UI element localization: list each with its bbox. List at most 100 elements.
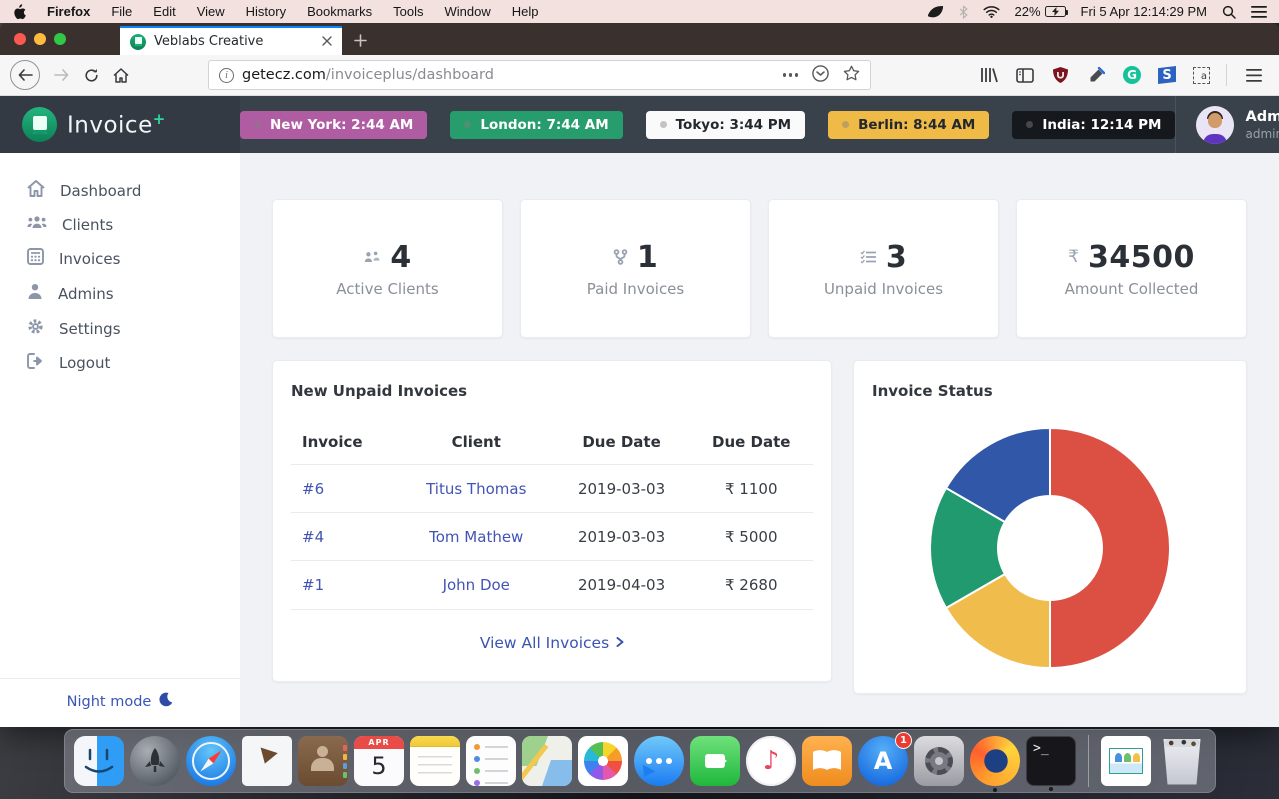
ublock-origin-icon[interactable] <box>1051 66 1070 85</box>
dock-calendar-icon[interactable]: APR 5 <box>354 736 404 786</box>
spotlight-search-icon[interactable] <box>1222 5 1236 19</box>
menu-history[interactable]: History <box>246 4 286 19</box>
bluetooth-icon[interactable] <box>959 5 968 19</box>
back-button[interactable] <box>10 60 40 90</box>
sidebar-item-logout[interactable]: Logout <box>0 346 240 380</box>
unpaid-invoices-table: Invoice Client Due Date Due Date #6 <box>291 422 813 608</box>
dock-terminal-icon[interactable]: >_ <box>1026 736 1076 786</box>
wifi-icon[interactable] <box>983 5 1000 18</box>
menu-edit[interactable]: Edit <box>153 4 175 19</box>
invoice-logo-icon <box>22 107 57 142</box>
app-logo[interactable]: Invoice+ <box>0 96 240 153</box>
library-icon[interactable] <box>979 66 998 85</box>
logout-icon <box>27 353 44 373</box>
grammarly-icon[interactable]: G <box>1123 66 1141 84</box>
menu-tools[interactable]: Tools <box>393 4 423 19</box>
dock-itunes-icon[interactable]: ♪ <box>746 736 796 786</box>
invoice-link[interactable]: #6 <box>302 480 324 498</box>
reload-button[interactable] <box>76 60 106 90</box>
s-extension-icon[interactable]: S <box>1158 66 1176 84</box>
url-bar[interactable]: i getecz.com/invoiceplus/dashboard <box>208 60 871 90</box>
bookmark-star-icon[interactable] <box>843 65 860 85</box>
invoice-link[interactable]: #1 <box>302 576 324 594</box>
menu-view[interactable]: View <box>197 4 225 19</box>
dock-maps-icon[interactable] <box>522 736 572 786</box>
notification-center-icon[interactable] <box>1251 6 1267 18</box>
profile-email: admin@admin.com <box>1245 127 1279 141</box>
menu-help[interactable]: Help <box>512 4 539 19</box>
dock-messages-icon[interactable] <box>634 736 684 786</box>
dock-contacts-icon[interactable] <box>298 736 348 786</box>
profile-menu[interactable]: Admin Doe admin@admin.com <box>1175 96 1279 153</box>
site-info-icon[interactable]: i <box>219 68 234 83</box>
minimize-window-button[interactable] <box>34 33 46 45</box>
home-icon <box>27 180 45 201</box>
home-button[interactable] <box>106 60 136 90</box>
dock-launchpad-icon[interactable] <box>130 736 180 786</box>
dashboard-main: 4 Active Clients 1 Paid Invoices <box>240 153 1279 727</box>
dock-reminders-icon[interactable] <box>466 736 516 786</box>
clock-india: India: 12:14 PM <box>1012 111 1175 139</box>
battery-indicator[interactable]: 22% <box>1015 4 1066 19</box>
url-text[interactable]: getecz.com/invoiceplus/dashboard <box>242 67 775 83</box>
dock-finder-icon[interactable] <box>74 736 124 786</box>
screenshot-extension-icon[interactable]: a <box>1193 67 1210 84</box>
timezone-clocks: New York: 2:44 AM London: 7:44 AM Tokyo:… <box>240 96 1175 153</box>
hamburger-menu-icon[interactable] <box>1239 60 1269 90</box>
dock-firefox-icon[interactable] <box>970 736 1020 786</box>
menu-window[interactable]: Window <box>445 4 491 19</box>
dock-trash-icon[interactable] <box>1157 736 1207 786</box>
due-date: 2019-03-03 <box>554 513 690 561</box>
card-amount-collected: ₹ 34500 Amount Collected <box>1016 199 1247 338</box>
dock-books-icon[interactable] <box>802 736 852 786</box>
dock-facetime-icon[interactable] <box>690 736 740 786</box>
dock-mail-icon[interactable] <box>242 736 292 786</box>
view-all-invoices-link[interactable]: View All Invoices <box>480 634 624 652</box>
dock-appstore-icon[interactable]: A 1 <box>858 736 908 786</box>
clock-new-york: New York: 2:44 AM <box>240 111 427 139</box>
close-window-button[interactable] <box>14 33 26 45</box>
dock-custom-app-icon[interactable] <box>1101 736 1151 786</box>
sidebars-icon[interactable] <box>1015 66 1034 85</box>
sidebar-item-admins[interactable]: Admins <box>0 276 240 311</box>
invoice-link[interactable]: #4 <box>302 528 324 546</box>
col-due-date: Due Date <box>554 422 690 465</box>
menu-bookmarks[interactable]: Bookmarks <box>307 4 372 19</box>
unpaid-invoices-label: Unpaid Invoices <box>824 280 943 298</box>
tab-close-icon[interactable] <box>322 34 332 49</box>
dock-notes-icon[interactable] <box>410 736 460 786</box>
clients-icon <box>363 250 381 264</box>
dock-photos-icon[interactable] <box>578 736 628 786</box>
menu-file[interactable]: File <box>111 4 132 19</box>
menubar-app-name[interactable]: Firefox <box>47 4 90 19</box>
menubar-clock[interactable]: Fri 5 Apr 12:14:29 PM <box>1081 4 1207 19</box>
client-link[interactable]: Tom Mathew <box>429 528 523 546</box>
browser-tab[interactable]: Veblabs Creative <box>120 26 342 55</box>
unpaid-invoices-value: 3 <box>886 240 907 275</box>
new-tab-button[interactable] <box>342 26 379 55</box>
client-link[interactable]: John Doe <box>443 576 510 594</box>
invoice-grid-icon <box>27 248 44 269</box>
night-mode-toggle[interactable]: Night mode <box>0 678 240 727</box>
pocket-icon[interactable] <box>812 65 829 86</box>
sidebar-item-settings[interactable]: Settings <box>0 311 240 346</box>
forward-button[interactable] <box>46 60 76 90</box>
sidebar: Dashboard Clients Invoices Admins <box>0 153 240 727</box>
client-link[interactable]: Titus Thomas <box>426 480 526 498</box>
sidebar-item-invoices[interactable]: Invoices <box>0 241 240 276</box>
dock-system-preferences-icon[interactable] <box>914 736 964 786</box>
active-clients-value: 4 <box>390 240 411 275</box>
sidebar-item-clients[interactable]: Clients <box>0 208 240 241</box>
sidebar-item-dashboard[interactable]: Dashboard <box>0 173 240 208</box>
dock-safari-icon[interactable] <box>186 736 236 786</box>
invoice-status-donut-chart[interactable] <box>928 426 1172 670</box>
zoom-window-button[interactable] <box>54 33 66 45</box>
color-picker-icon[interactable] <box>1087 66 1106 85</box>
menubar-leaf-app-icon[interactable] <box>927 5 944 18</box>
amount: ₹ 1100 <box>690 465 813 513</box>
desktop: Firefox File Edit View History Bookmarks… <box>0 0 1279 799</box>
toolbar-divider <box>1226 64 1227 86</box>
apple-menu-icon[interactable] <box>12 4 26 20</box>
calendar-month: APR <box>354 736 404 749</box>
page-actions-icon[interactable] <box>783 73 799 77</box>
